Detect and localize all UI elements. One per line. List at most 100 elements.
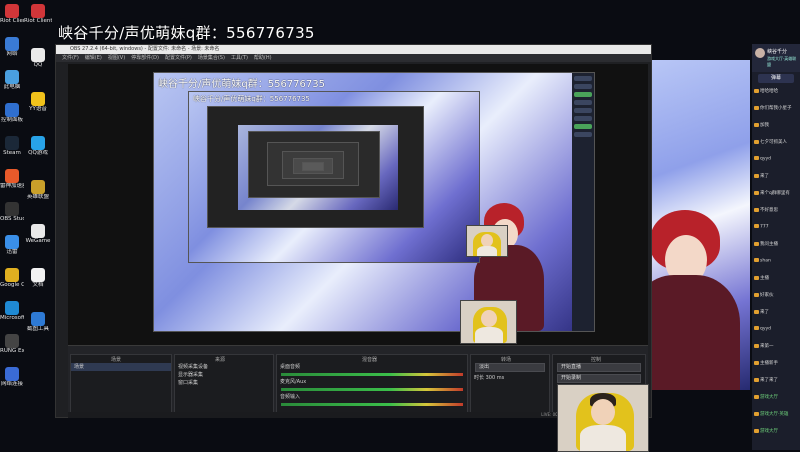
fan-badge-icon <box>754 139 759 144</box>
desktop-icon[interactable]: Riot Client <box>24 4 52 36</box>
menu-item[interactable]: 工具(T) <box>231 55 248 61</box>
desktop-icon[interactable]: QQ <box>24 48 52 80</box>
nested-preview-4 <box>248 131 380 198</box>
audio-meter[interactable] <box>281 373 463 376</box>
webcam-overlay-2 <box>460 300 517 344</box>
desktop-icon[interactable]: QQ游戏 <box>24 136 52 168</box>
fan-badge-icon <box>754 394 759 399</box>
desktop-icon[interactable]: 网络连接 <box>0 367 24 399</box>
obs-window[interactable]: OBS 27.2.4 (64-bit, windows) - 配置文件: 未命名… <box>55 44 652 427</box>
desktop-icon-label: Microsoft Edge <box>0 315 24 321</box>
desktop-icon[interactable]: Steam <box>0 136 24 168</box>
chat-text: 来了 <box>760 174 769 179</box>
desktop-icon[interactable]: 雷神加速器 <box>0 169 24 201</box>
source-item[interactable]: 窗口采集 <box>175 379 273 387</box>
chat-message: shan <box>754 258 771 264</box>
doc-icon <box>31 268 45 282</box>
desktop-icon-label: 迅雷 <box>6 249 18 255</box>
scenes-panel[interactable]: 场景 场景 <box>70 354 172 416</box>
desktop-icon[interactable]: Google Chrome <box>0 268 24 300</box>
desktop-icon[interactable]: 此电脑 <box>0 70 24 102</box>
chat-text: shan <box>760 258 771 264</box>
desktop-icon[interactable]: 控制面板 <box>0 103 24 135</box>
mixer-panel[interactable]: 混音器 桌面音频 麦克风/Aux 音频输入 <box>276 354 468 416</box>
source-item[interactable]: 视频采集设备 <box>175 363 273 371</box>
chat-message: 777 <box>754 224 769 230</box>
chat-text: 来了来了 <box>760 378 778 383</box>
control-button[interactable]: 开始录制 <box>557 374 641 383</box>
desktop-icon[interactable]: Microsoft Edge <box>0 301 24 333</box>
desktop-icon[interactable]: YY语音 <box>24 92 52 124</box>
mixer-track-label: 麦克风/Aux <box>280 379 307 385</box>
desktop-icon[interactable]: Riot Client <box>0 4 24 36</box>
lol-icon <box>31 180 45 194</box>
fan-badge-icon <box>754 428 759 433</box>
fan-badge-icon <box>754 241 759 246</box>
source-item[interactable]: 显示器采集 <box>175 371 273 379</box>
chat-text: 好家伙 <box>760 293 774 298</box>
overlay-title: 峡谷千分/声优萌妹q群：556776735 <box>58 24 315 42</box>
menu-item[interactable]: 帮助(H) <box>254 55 272 61</box>
menu-item[interactable]: 编辑(E) <box>85 55 102 61</box>
nested-title-1: 峡谷千分/声优萌妹q群：556776735 <box>158 79 325 90</box>
transitions-panel[interactable]: 转场 淡出 时长 300 ms <box>470 354 550 416</box>
network-connect-icon <box>5 367 19 381</box>
menu-item[interactable]: 视图(V) <box>108 55 125 61</box>
nested-webcam <box>466 225 508 257</box>
desktop-icon[interactable]: 英雄联盟 <box>24 180 52 212</box>
chat-text: 游戏大厅·英雄 <box>760 412 789 417</box>
menu-item[interactable]: 文件(F) <box>62 55 79 61</box>
fan-badge-icon <box>754 309 759 314</box>
menu-item[interactable]: 配置文件(P) <box>165 55 192 61</box>
duration-value[interactable]: 300 ms <box>486 375 505 381</box>
obs-preview[interactable]: 峡谷千分/声优萌妹q群：556776735 峡谷千分/声优萌妹q群：556776… <box>68 64 648 382</box>
chat-text: 七夕可抓美人 <box>760 140 787 145</box>
tab-danmaku[interactable]: 弹幕 <box>758 74 794 83</box>
qq-game-icon <box>31 136 45 150</box>
desktop-icon[interactable]: 截图工具 <box>24 312 52 344</box>
desktop-icon-label: QQ <box>33 62 43 68</box>
fan-badge-icon <box>754 156 759 160</box>
streamer-avatar[interactable] <box>755 48 765 58</box>
chat-text: 游戏大厅 <box>760 429 778 434</box>
chat-message: 你们帮我小星子 <box>754 105 792 111</box>
duration-label: 时长 <box>474 375 485 381</box>
chat-text: 主播 <box>760 276 769 281</box>
fan-badge-icon <box>754 275 759 280</box>
chat-message: 来了 <box>754 173 769 179</box>
yy-icon <box>31 92 45 106</box>
chat-message: 游戏大厅 <box>754 394 778 400</box>
chat-message: 游戏大厅 <box>754 428 778 434</box>
riot-client-2-icon <box>31 4 45 18</box>
mixer-track-label: 桌面音频 <box>280 364 301 370</box>
streamer-name: 峡谷千分 <box>767 49 788 55</box>
desktop-icon[interactable]: OBS Studio <box>0 202 24 234</box>
fan-badge-icon <box>754 190 759 195</box>
transition-select[interactable]: 淡出 <box>475 363 545 372</box>
thunder-icon <box>5 235 19 249</box>
desktop-icon[interactable]: 文档 <box>24 268 52 300</box>
desktop-icon[interactable]: 网络 <box>0 37 24 69</box>
menu-item[interactable]: 场景集合(S) <box>198 55 225 61</box>
desktop-icon[interactable]: WeGame <box>24 224 52 256</box>
control-button[interactable]: 开始直播 <box>557 363 641 372</box>
fan-badge-icon <box>754 88 759 93</box>
accelerator-icon <box>5 169 19 183</box>
chat-text: 游戏大厅 <box>760 395 778 400</box>
chat-text: 加我 <box>760 123 769 128</box>
audio-meter[interactable] <box>281 388 463 391</box>
desktop-icon[interactable]: 迅雷 <box>0 235 24 267</box>
menu-item[interactable]: 停靠部件(D) <box>131 55 159 61</box>
chat-panel[interactable]: 峡谷千分 游戏大厅·英雄联盟 弹幕 哈哈哈哈 你们帮我小星子 加我 七夕可抓美人 qyy… <box>752 44 800 450</box>
fan-badge-icon <box>754 224 759 228</box>
audio-meter[interactable] <box>281 403 463 406</box>
chat-text: 不好意思 <box>760 208 778 213</box>
desktop-icon-label: 网络 <box>6 51 18 57</box>
chat-message: 主播新手 <box>754 360 778 366</box>
sources-panel[interactable]: 来源 视频采集设备 显示器采集 窗口采集 <box>174 354 274 416</box>
desktop-icon[interactable]: RUNG Experience <box>0 334 24 366</box>
chrome-icon <box>5 268 19 282</box>
scene-item[interactable]: 场景 <box>71 363 171 371</box>
desktop-icon-label: YY语音 <box>29 106 47 112</box>
computer-icon <box>5 70 19 84</box>
